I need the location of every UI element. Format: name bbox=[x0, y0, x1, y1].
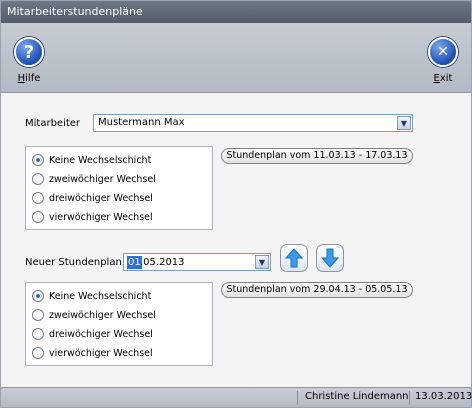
current-radio-three-week[interactable]: dreiwöchiger Wechsel bbox=[32, 192, 153, 204]
arrow-up-icon bbox=[285, 248, 303, 268]
main-window: Mitarbeiterstundenpläne ? Hilfe ✕ Exit M… bbox=[0, 0, 472, 408]
window-titlebar: Mitarbeiterstundenpläne bbox=[1, 1, 471, 23]
exit-button[interactable]: ✕ Exit bbox=[423, 37, 463, 89]
employee-select-value: Mustermann Max bbox=[98, 117, 185, 128]
current-radio-four-week[interactable]: vierwöchiger Wechsel bbox=[32, 211, 153, 223]
new-radio-three-week[interactable]: dreiwöchiger Wechsel bbox=[32, 328, 153, 340]
current-radio-two-week[interactable]: zweiwöchiger Wechsel bbox=[32, 173, 156, 185]
date-rest: .05.2013 bbox=[140, 257, 185, 268]
radio-circle bbox=[32, 309, 44, 321]
exit-button-label: Exit bbox=[433, 73, 453, 84]
arrow-down-icon bbox=[321, 248, 339, 268]
date-up-button[interactable] bbox=[280, 244, 308, 272]
radio-circle bbox=[32, 211, 44, 223]
new-radio-four-week[interactable]: vierwöchiger Wechsel bbox=[32, 347, 153, 359]
radio-circle bbox=[32, 173, 44, 185]
close-icon: ✕ bbox=[428, 37, 458, 67]
chevron-down-icon[interactable]: ▼ bbox=[255, 255, 269, 269]
status-divider bbox=[409, 391, 410, 405]
help-button-label: Hilfe bbox=[17, 73, 41, 84]
current-plan-button[interactable]: Stundenplan vom 11.03.13 - 17.03.13 bbox=[221, 148, 413, 164]
employee-select[interactable]: Mustermann Max ▼ bbox=[93, 114, 413, 132]
date-down-button[interactable] bbox=[316, 244, 344, 272]
new-plan-group: Keine Wechselschicht zweiwöchiger Wechse… bbox=[25, 282, 213, 366]
radio-circle bbox=[32, 154, 44, 166]
question-icon: ? bbox=[14, 37, 44, 67]
current-radio-none[interactable]: Keine Wechselschicht bbox=[32, 154, 151, 166]
new-radio-none[interactable]: Keine Wechselschicht bbox=[32, 290, 151, 302]
status-divider bbox=[297, 391, 298, 405]
status-bar: Christine Lindemann 13.03.2013 bbox=[1, 387, 472, 407]
new-plan-button[interactable]: Stundenplan vom 29.04.13 - 05.05.13 bbox=[221, 282, 413, 298]
chevron-down-icon[interactable]: ▼ bbox=[397, 116, 411, 130]
new-plan-date-input[interactable]: 01 .05.2013 ▼ bbox=[123, 253, 271, 271]
new-radio-two-week[interactable]: zweiwöchiger Wechsel bbox=[32, 309, 156, 321]
radio-circle bbox=[32, 192, 44, 204]
toolbar: ? Hilfe ✕ Exit bbox=[1, 23, 471, 93]
radio-circle bbox=[32, 347, 44, 359]
status-date: 13.03.2013 bbox=[415, 391, 472, 402]
new-plan-label: Neuer Stundenplan ab bbox=[25, 257, 138, 268]
radio-circle bbox=[32, 290, 44, 302]
window-title: Mitarbeiterstundenpläne bbox=[7, 5, 143, 18]
employee-label: Mitarbeiter bbox=[25, 118, 81, 129]
current-plan-group: Keine Wechselschicht zweiwöchiger Wechse… bbox=[25, 146, 213, 230]
help-button[interactable]: ? Hilfe bbox=[9, 37, 49, 89]
radio-circle bbox=[32, 328, 44, 340]
status-user: Christine Lindemann bbox=[305, 391, 409, 402]
